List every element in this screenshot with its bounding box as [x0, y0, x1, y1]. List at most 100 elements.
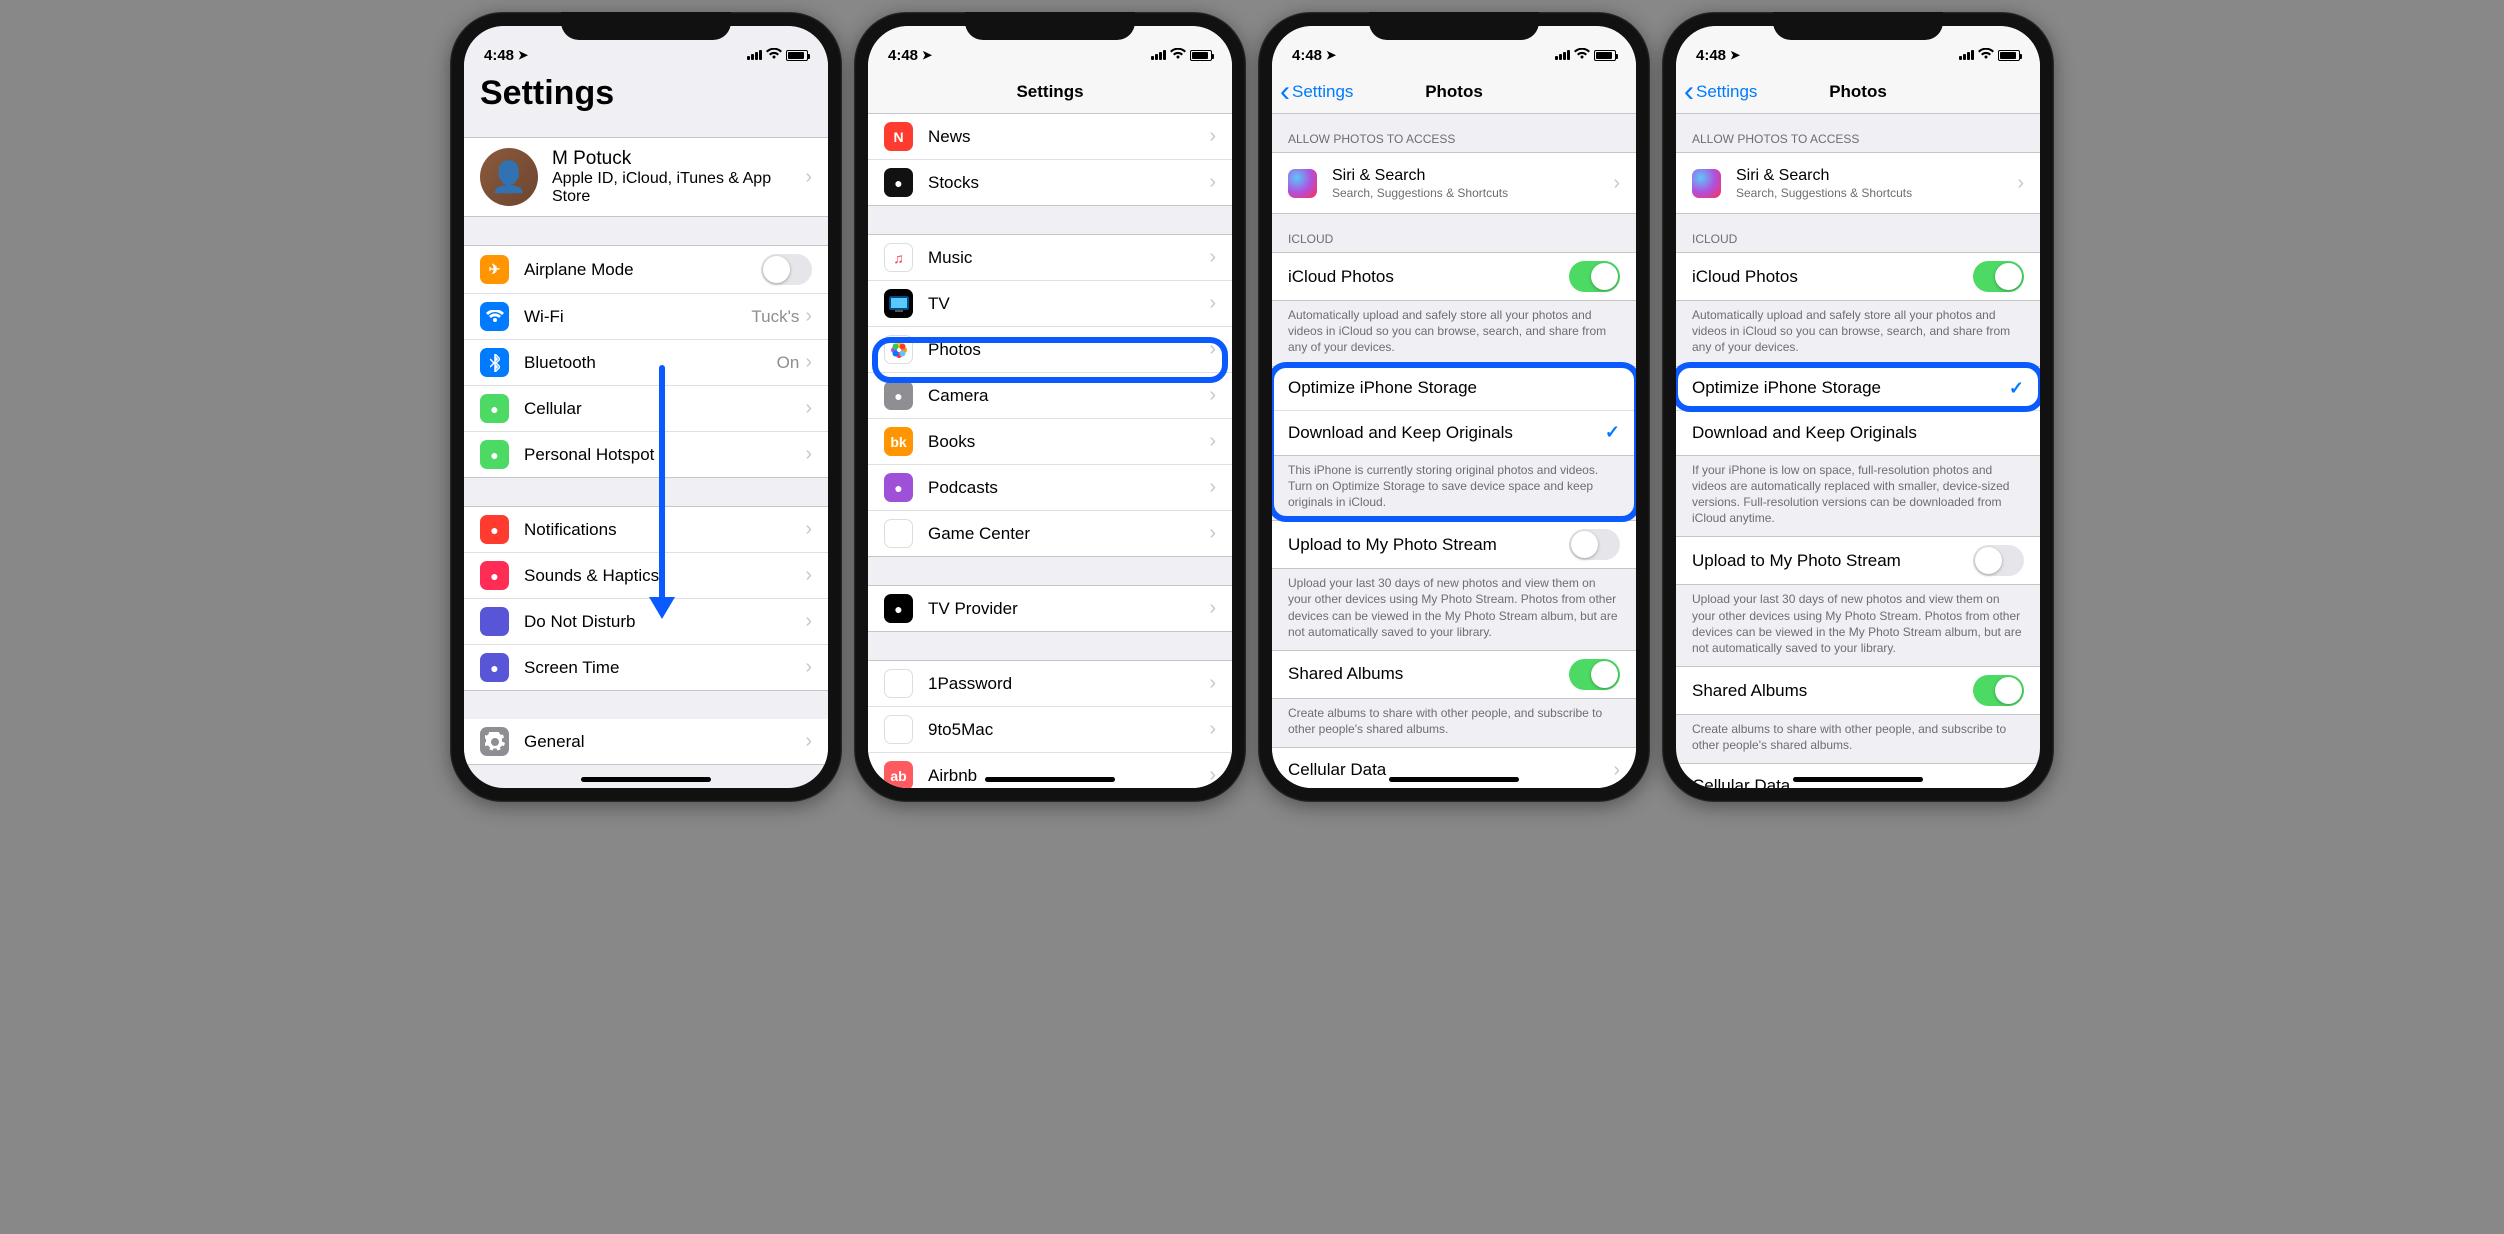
shared-toggle[interactable] — [1569, 659, 1620, 690]
phone-1: 4:48➤ Settings M Potuck Apple ID, iCloud… — [450, 12, 842, 802]
shared-group: Shared Albums — [1272, 650, 1636, 699]
settings-row[interactable]: Wi-FiTuck's› — [464, 294, 828, 340]
status-time: 4:48 — [1292, 47, 1322, 64]
stream-toggle[interactable] — [1569, 529, 1620, 560]
location-icon: ➤ — [1730, 48, 1740, 62]
settings-row[interactable]: ♫Music› — [868, 235, 1232, 281]
toggle[interactable] — [761, 254, 812, 285]
notch — [1773, 12, 1943, 40]
row-value: Tuck's — [751, 307, 799, 327]
home-indicator[interactable] — [1793, 777, 1923, 782]
content-2[interactable]: NNews›●Stocks›♫Music›TV›Photos›●Camera›b… — [868, 114, 1232, 788]
settings-row[interactable]: ●Screen Time› — [464, 645, 828, 690]
icloud-photos-toggle[interactable] — [1973, 261, 2024, 292]
siri-search-row[interactable]: Siri & SearchSearch, Suggestions & Short… — [1272, 153, 1636, 213]
back-button[interactable]: Settings — [1684, 82, 1757, 102]
settings-row[interactable]: ●Cellular› — [464, 386, 828, 432]
stream-desc: Upload your last 30 days of new photos a… — [1272, 569, 1636, 650]
row-label: Wi-Fi — [524, 307, 751, 327]
settings-row[interactable]: NNews› — [868, 114, 1232, 160]
settings-row[interactable]: ●TV Provider› — [868, 586, 1232, 631]
settings-row[interactable]: BluetoothOn› — [464, 340, 828, 386]
icloud-photos-toggle[interactable] — [1569, 261, 1620, 292]
opt-label: Download and Keep Originals — [1692, 423, 2024, 443]
siri-sub: Search, Suggestions & Shortcuts — [1332, 186, 1613, 200]
shared-albums-row[interactable]: Shared Albums — [1272, 651, 1636, 698]
settings-row[interactable]: ●Personal Hotspot› — [464, 432, 828, 477]
chevron-right-icon: › — [1209, 597, 1216, 620]
books-icon: bk — [884, 427, 913, 456]
home-indicator[interactable] — [985, 777, 1115, 782]
chevron-right-icon: › — [1209, 384, 1216, 407]
stream-toggle[interactable] — [1973, 545, 2024, 576]
settings-row[interactable]: bkBooks› — [868, 419, 1232, 465]
siri-search-row[interactable]: Siri & SearchSearch, Suggestions & Short… — [1676, 153, 2040, 213]
settings-row[interactable]: 1p1Password› — [868, 661, 1232, 707]
back-button[interactable]: Settings — [1280, 82, 1353, 102]
allow-access-header: ALLOW PHOTOS TO ACCESS — [1676, 114, 2040, 152]
notch — [965, 12, 1135, 40]
chevron-right-icon: › — [2017, 172, 2024, 195]
content-3[interactable]: ALLOW PHOTOS TO ACCESSSiri & SearchSearc… — [1272, 114, 1636, 788]
opt-label: Optimize iPhone Storage — [1288, 378, 1620, 398]
shared-label: Shared Albums — [1288, 664, 1569, 684]
icloud-photos-row[interactable]: iCloud Photos — [1272, 253, 1636, 300]
photo-stream-row[interactable]: Upload to My Photo Stream — [1272, 521, 1636, 568]
shared-toggle[interactable] — [1973, 675, 2024, 706]
airplane-mode-icon: ✈ — [480, 255, 509, 284]
row-label: 1Password — [928, 674, 1209, 694]
content-4[interactable]: ALLOW PHOTOS TO ACCESSSiri & SearchSearc… — [1676, 114, 2040, 788]
stream-desc: Upload your last 30 days of new photos a… — [1676, 585, 2040, 666]
chevron-right-icon: › — [805, 656, 812, 679]
photo-stream-row[interactable]: Upload to My Photo Stream — [1676, 537, 2040, 584]
settings-row[interactable]: gcGame Center› — [868, 511, 1232, 556]
signal-icon — [747, 50, 762, 60]
content-1[interactable]: M Potuck Apple ID, iCloud, iTunes & App … — [464, 121, 828, 788]
phone-3: 4:48➤ Settings Photos ALLOW PHOTOS TO AC… — [1258, 12, 1650, 802]
optimize-option[interactable]: Optimize iPhone Storage — [1272, 367, 1636, 411]
settings-row[interactable]: ●Sounds & Haptics› — [464, 553, 828, 599]
settings-row[interactable]: ●Stocks› — [868, 160, 1232, 205]
shared-desc: Create albums to share with other people… — [1272, 699, 1636, 747]
stream-label: Upload to My Photo Stream — [1288, 535, 1569, 555]
optimize-option[interactable]: Optimize iPhone Storage✓ — [1676, 367, 2040, 411]
optimize-option[interactable]: Download and Keep Originals✓ — [1272, 411, 1636, 455]
chevron-right-icon: › — [805, 443, 812, 466]
settings-row[interactable]: ●9to5Mac› — [868, 707, 1232, 753]
icloud-photos-row[interactable]: iCloud Photos — [1676, 253, 2040, 300]
settings-row[interactable]: TV› — [868, 281, 1232, 327]
photos-icon — [884, 335, 913, 364]
apple-id-row[interactable]: M Potuck Apple ID, iCloud, iTunes & App … — [464, 137, 828, 217]
game-center-icon: gc — [884, 519, 913, 548]
nav-bar: Settings Photos — [1272, 70, 1636, 114]
settings-row[interactable]: ●Podcasts› — [868, 465, 1232, 511]
row-label: TV Provider — [928, 599, 1209, 619]
battery-icon — [786, 50, 808, 61]
settings-row[interactable]: ●Camera› — [868, 373, 1232, 419]
allow-access-header: ALLOW PHOTOS TO ACCESS — [1272, 114, 1636, 152]
settings-row[interactable]: General› — [464, 719, 828, 764]
screen-2: 4:48➤ Settings NNews›●Stocks›♫Music›TV›P… — [868, 26, 1232, 788]
shared-albums-row[interactable]: Shared Albums — [1676, 667, 2040, 714]
settings-row[interactable]: ✈Airplane Mode — [464, 246, 828, 294]
optimize-option[interactable]: Download and Keep Originals — [1676, 411, 2040, 455]
icloud-header: ICLOUD — [1676, 214, 2040, 252]
siri-icon — [1692, 169, 1721, 198]
opt-label: Download and Keep Originals — [1288, 423, 1605, 443]
home-indicator[interactable] — [581, 777, 711, 782]
home-indicator[interactable] — [1389, 777, 1519, 782]
stream-group: Upload to My Photo Stream — [1676, 536, 2040, 585]
screen-time-icon: ● — [480, 653, 509, 682]
icloud-photos-group: iCloud Photos — [1676, 252, 2040, 301]
settings-row[interactable]: ●Notifications› — [464, 507, 828, 553]
settings-row[interactable]: abAirbnb› — [868, 753, 1232, 788]
battery-icon — [1190, 50, 1212, 61]
location-icon: ➤ — [518, 48, 528, 62]
cellular-data-row[interactable]: Cellular Data› — [1272, 748, 1636, 788]
wi-fi-icon — [480, 302, 509, 331]
settings-row[interactable]: Do Not Disturb› — [464, 599, 828, 645]
icloud-photos-label: iCloud Photos — [1692, 267, 1973, 287]
shared-label: Shared Albums — [1692, 681, 1973, 701]
settings-row[interactable]: Photos› — [868, 327, 1232, 373]
chevron-right-icon: › — [2017, 775, 2024, 788]
